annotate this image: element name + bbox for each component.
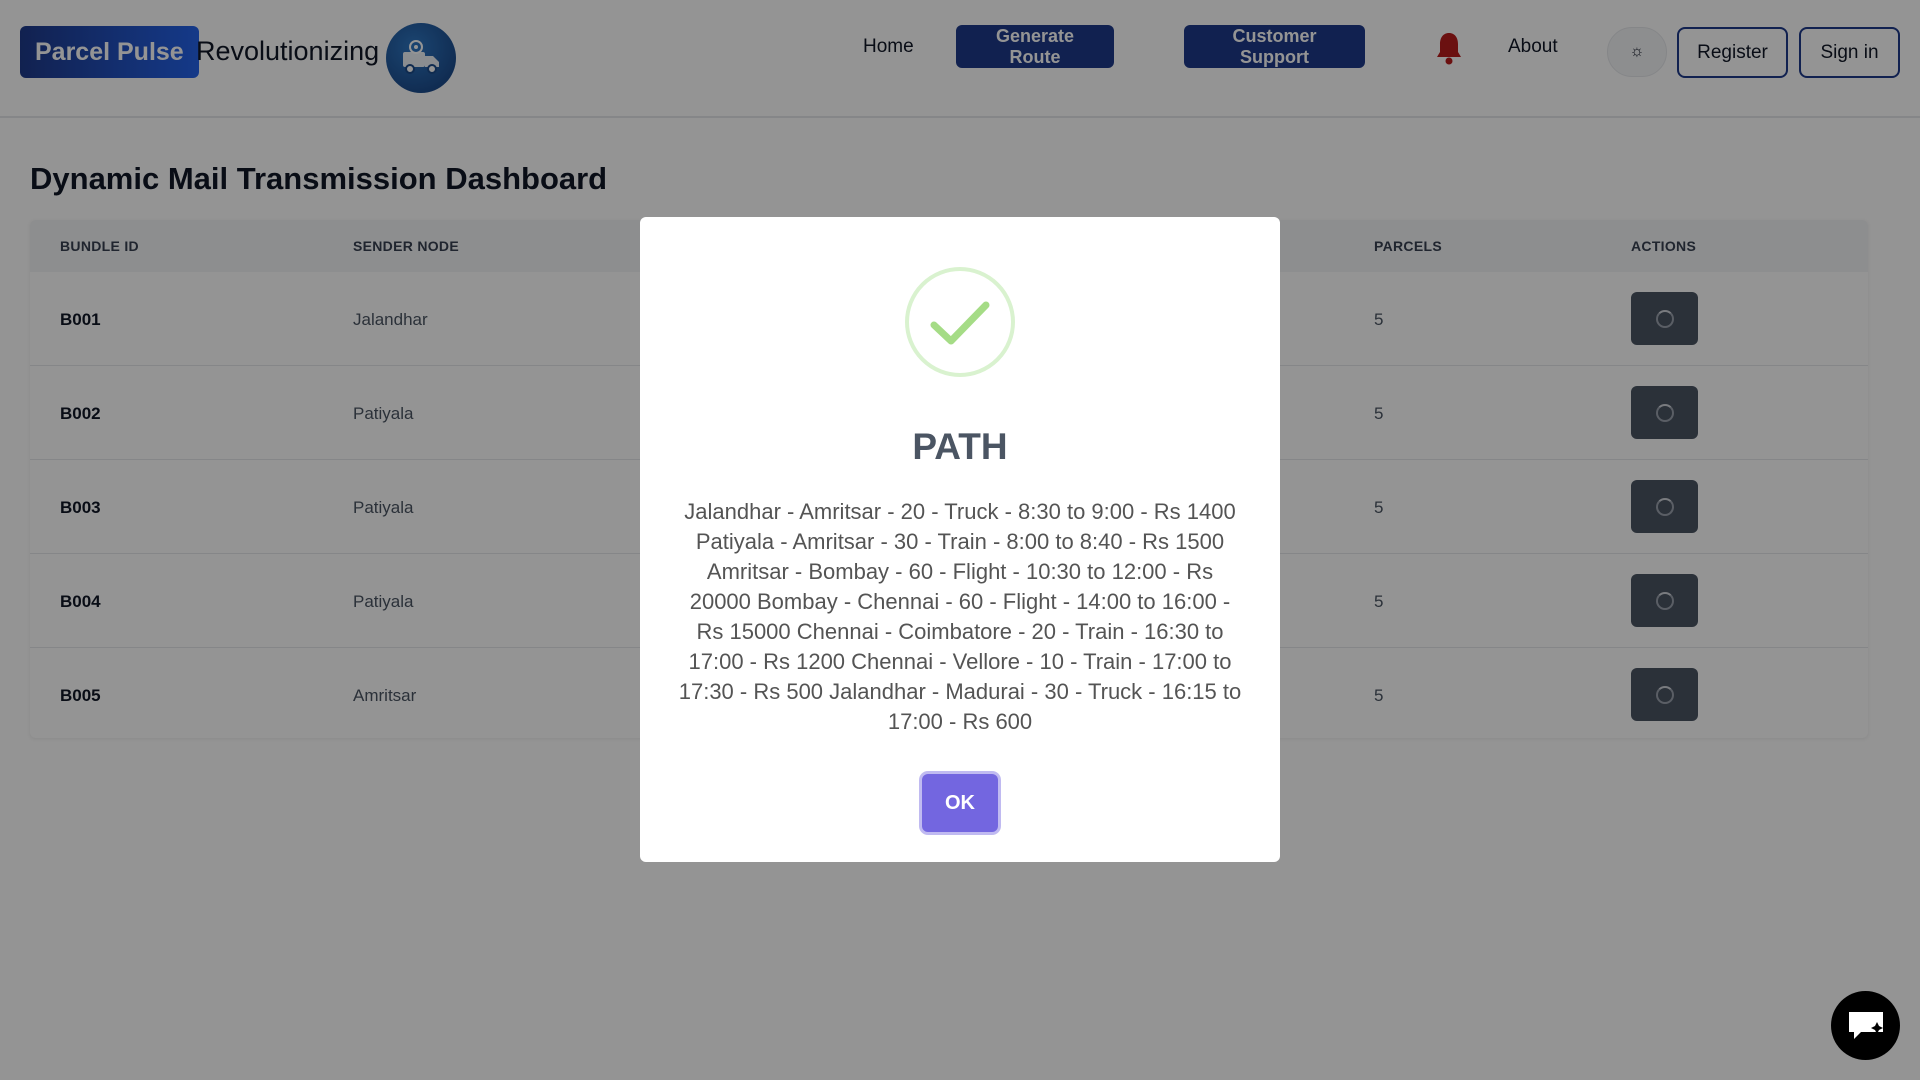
modal-path-text: Jalandhar - Amritsar - 20 - Truck - 8:30…: [678, 499, 1242, 734]
ok-button[interactable]: OK: [922, 774, 998, 832]
modal-title: PATH: [912, 426, 1008, 467]
chat-icon[interactable]: [1831, 991, 1900, 1060]
path-modal: PATH Jalandhar - Amritsar - 20 - Truck -…: [640, 217, 1280, 862]
checkmark-icon: [905, 267, 1015, 377]
